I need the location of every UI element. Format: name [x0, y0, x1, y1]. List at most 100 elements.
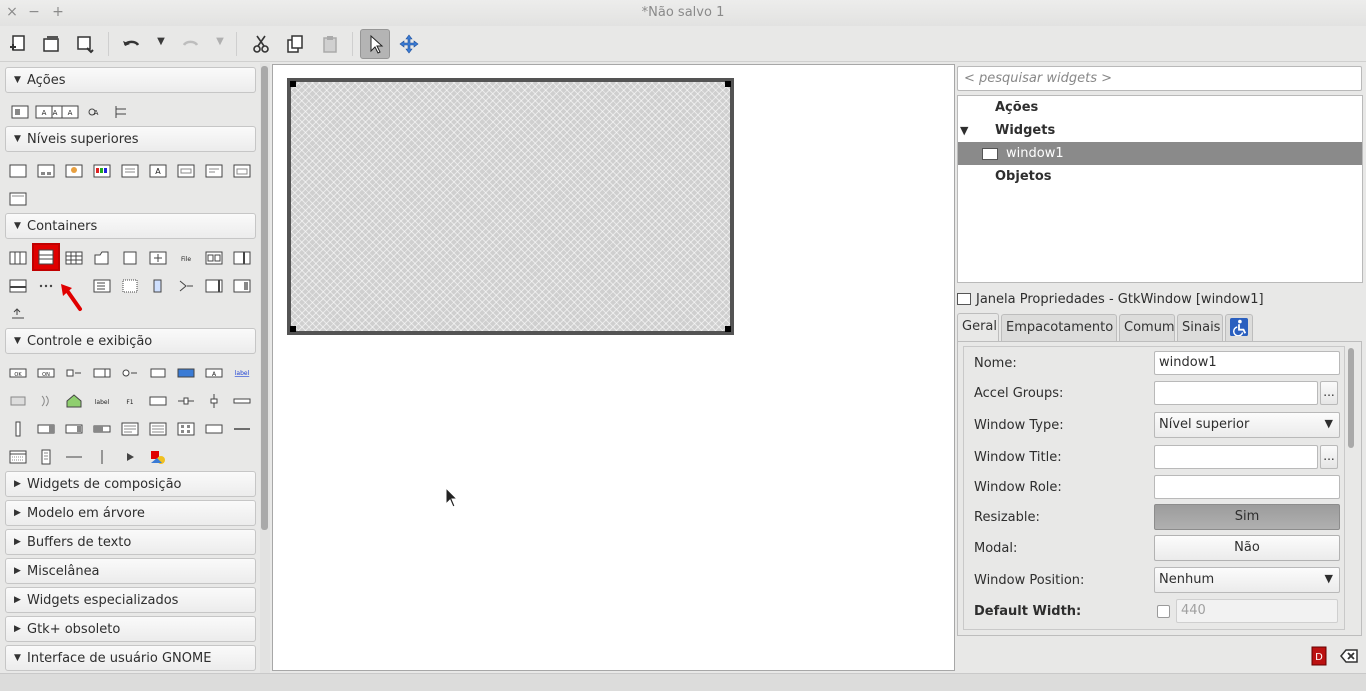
- text-entry-icon[interactable]: [148, 392, 168, 410]
- window-type-combo[interactable]: Nível superior ▼: [1154, 412, 1340, 438]
- combo-entry-icon[interactable]: [64, 420, 84, 438]
- palette-group-containers[interactable]: ▼ Containers: [5, 213, 256, 239]
- assistant-icon[interactable]: [8, 190, 28, 208]
- hbox-icon[interactable]: [8, 249, 28, 267]
- accel-label-icon[interactable]: F1: [120, 392, 140, 410]
- select-mode-button[interactable]: [360, 29, 390, 59]
- palette-group-widgets-composicao[interactable]: ▶ Widgets de composição: [5, 471, 256, 497]
- progress-bar-icon[interactable]: [92, 420, 112, 438]
- scale-icon[interactable]: [36, 392, 56, 410]
- scrolled-window-icon[interactable]: [204, 277, 224, 295]
- text-view-icon[interactable]: [120, 420, 140, 438]
- message-dialog-icon[interactable]: [204, 162, 224, 180]
- vscrollbar-icon[interactable]: [8, 420, 28, 438]
- radio-button-icon[interactable]: [120, 364, 140, 382]
- notebook-icon[interactable]: [92, 249, 112, 267]
- toolbar-icon[interactable]: [92, 277, 112, 295]
- accel-groups-browse-button[interactable]: ...: [1320, 381, 1338, 405]
- window-title-edit-button[interactable]: ...: [1320, 445, 1338, 469]
- undo-button[interactable]: [116, 29, 146, 59]
- expander-icon[interactable]: ▼: [958, 124, 995, 137]
- file-chooser-button-icon[interactable]: [148, 364, 168, 382]
- hseparator-icon[interactable]: [232, 420, 252, 438]
- palette-scrollbar[interactable]: [261, 66, 268, 530]
- toggle-button-icon[interactable]: ON: [36, 364, 56, 382]
- tab-accessibility[interactable]: [1225, 314, 1253, 341]
- properties-scrollbar[interactable]: [1348, 348, 1354, 448]
- palette-group-widgets-especializados[interactable]: ▶ Widgets especializados: [5, 587, 256, 613]
- frame-icon[interactable]: [120, 249, 140, 267]
- cell-view-icon[interactable]: [204, 420, 224, 438]
- recent-action-icon[interactable]: A: [86, 103, 106, 121]
- fixed-icon[interactable]: [148, 249, 168, 267]
- window1-preview[interactable]: [287, 78, 734, 335]
- tree-row-window1[interactable]: window1: [958, 142, 1362, 165]
- devhelp-button[interactable]: D: [1308, 645, 1330, 667]
- palette-group-modelo-arvore[interactable]: ▶ Modelo em árvore: [5, 500, 256, 526]
- resize-handle-bottom-right[interactable]: [725, 326, 731, 332]
- undo-history-arrow-icon[interactable]: ▼: [155, 36, 167, 50]
- viewport-icon[interactable]: [232, 277, 252, 295]
- resize-handle-bottom-left[interactable]: [290, 326, 296, 332]
- entry-icon[interactable]: [8, 392, 28, 410]
- window-role-field[interactable]: [1154, 475, 1340, 499]
- drawing-area-icon[interactable]: [148, 448, 168, 466]
- drag-resize-button[interactable]: [394, 29, 424, 59]
- open-button[interactable]: [36, 29, 66, 59]
- recent-dialog-icon[interactable]: [232, 162, 252, 180]
- modal-toggle[interactable]: Não: [1154, 535, 1340, 561]
- palette-group-acoes[interactable]: ▼ Ações: [5, 67, 256, 93]
- expander-widget-icon[interactable]: [148, 277, 168, 295]
- default-width-checkbox[interactable]: [1157, 605, 1170, 618]
- button-box-icon[interactable]: [204, 249, 224, 267]
- vpaned-icon[interactable]: [8, 277, 28, 295]
- tab-empacotamento[interactable]: Empacotamento: [1001, 314, 1117, 341]
- hscrollbar-icon[interactable]: [232, 392, 252, 410]
- link-button-icon[interactable]: label: [232, 364, 252, 382]
- file-chooser-icon[interactable]: File: [176, 249, 196, 267]
- tree-view-icon[interactable]: [148, 420, 168, 438]
- ui-manager-icon[interactable]: [112, 103, 132, 121]
- color-button-icon[interactable]: [176, 364, 196, 382]
- label-icon[interactable]: label: [92, 392, 112, 410]
- calendar-icon[interactable]: [120, 277, 140, 295]
- action-group-icon[interactable]: [10, 103, 30, 121]
- combo-box-icon[interactable]: [36, 420, 56, 438]
- new-button[interactable]: [3, 29, 33, 59]
- palette-group-controle-exibicao[interactable]: ▼ Controle e exibição: [5, 328, 256, 354]
- window-position-combo[interactable]: Nenhum ▼: [1154, 567, 1340, 593]
- tree-row-widgets[interactable]: ▼ Widgets: [958, 119, 1362, 142]
- tree-row-objetos[interactable]: Objetos: [958, 165, 1362, 188]
- palette-group-niveis-superiores[interactable]: ▼ Níveis superiores: [5, 126, 256, 152]
- palette-group-miscelanea[interactable]: ▶ Miscelânea: [5, 558, 256, 584]
- tab-sinais[interactable]: Sinais: [1177, 314, 1223, 341]
- palette-group-buffers-texto[interactable]: ▶ Buffers de texto: [5, 529, 256, 555]
- button-icon[interactable]: OK: [8, 364, 28, 382]
- tab-geral[interactable]: Geral: [957, 313, 999, 342]
- vertical-box-icon[interactable]: [32, 243, 60, 271]
- calendar-widget-icon[interactable]: [8, 448, 28, 466]
- window-widget-icon[interactable]: [8, 162, 28, 180]
- file-dialog-icon[interactable]: [120, 162, 140, 180]
- hscale-icon[interactable]: [176, 392, 196, 410]
- hpaned-icon[interactable]: [232, 249, 252, 267]
- icon-view-icon[interactable]: [176, 420, 196, 438]
- font-dialog-icon[interactable]: A: [148, 162, 168, 180]
- tree-row-acoes[interactable]: Ações: [958, 96, 1362, 119]
- design-canvas[interactable]: [272, 64, 955, 671]
- widget-search-input[interactable]: < pesquisar widgets >: [957, 66, 1362, 91]
- redo-history-arrow-icon[interactable]: ▼: [214, 36, 226, 50]
- input-dialog-icon[interactable]: [176, 162, 196, 180]
- window-title-field[interactable]: [1154, 445, 1318, 469]
- resize-handle-top-left[interactable]: [290, 81, 296, 87]
- statusbar-widget-icon[interactable]: [36, 448, 56, 466]
- default-width-spin[interactable]: 440: [1176, 599, 1338, 623]
- vscale-icon[interactable]: [204, 392, 224, 410]
- table-icon[interactable]: [64, 249, 84, 267]
- spin-button-icon[interactable]: [92, 364, 112, 382]
- hline-icon[interactable]: [64, 448, 84, 466]
- redo-button[interactable]: [176, 29, 206, 59]
- copy-button[interactable]: [280, 29, 310, 59]
- resize-handle-top-right[interactable]: [725, 81, 731, 87]
- vseparator-icon[interactable]: [92, 448, 112, 466]
